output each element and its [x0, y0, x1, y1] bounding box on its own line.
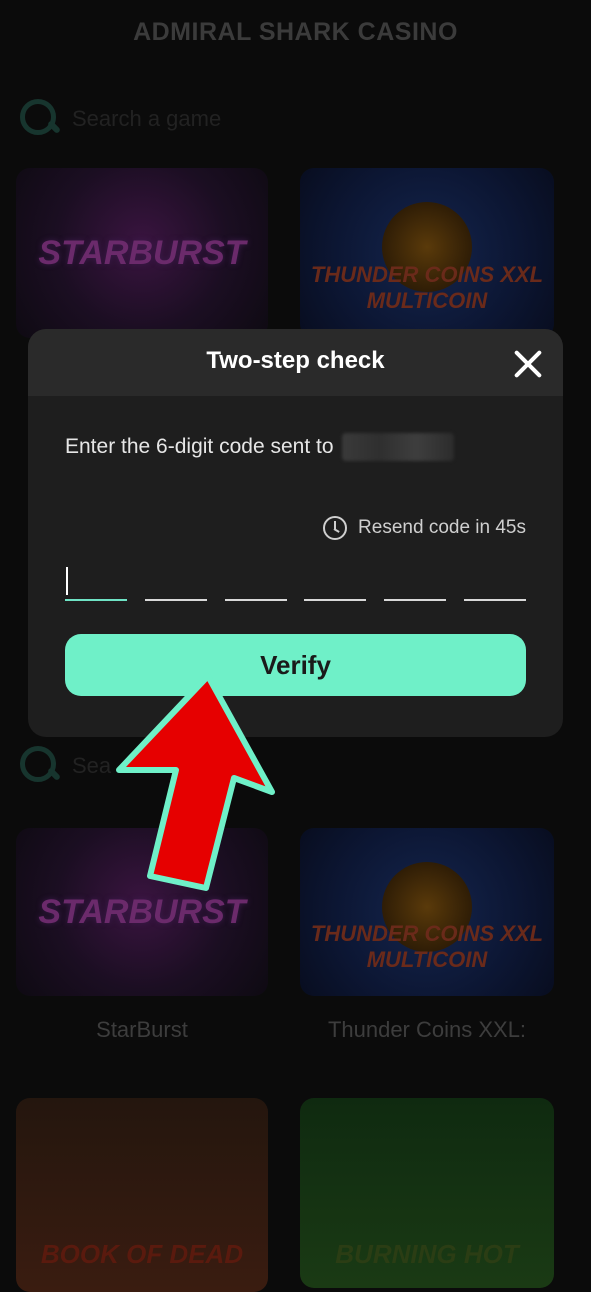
arrow-pointer-icon	[116, 673, 275, 891]
